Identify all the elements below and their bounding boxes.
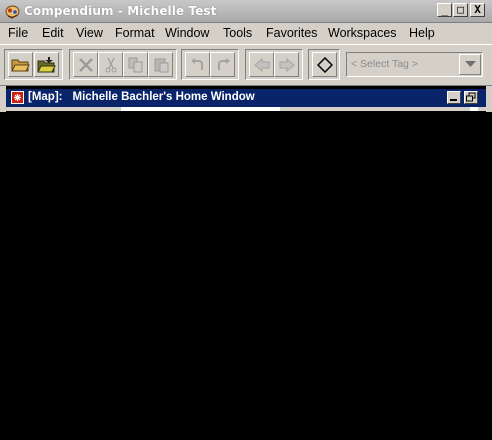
select-tag-value: < Select Tag > <box>351 58 418 70</box>
menu-file[interactable]: File <box>8 26 28 40</box>
undo-icon <box>190 57 203 70</box>
diamond-icon <box>316 56 333 73</box>
menu-tools[interactable]: Tools <box>223 26 252 40</box>
toolbar: < Select Tag > <box>0 44 492 86</box>
menu-bar: File Edit View Format Window Tools Favor… <box>0 23 492 44</box>
delete-icon <box>78 57 93 72</box>
inner-window-frame-right <box>486 86 492 112</box>
redo-icon <box>217 57 230 70</box>
menu-format[interactable]: Format <box>115 26 155 40</box>
cut-icon <box>105 57 116 72</box>
menu-edit[interactable]: Edit <box>42 26 64 40</box>
restore-icon <box>466 92 476 102</box>
open-map-folder-icon <box>37 57 56 73</box>
menu-window[interactable]: Window <box>165 26 209 40</box>
menu-view[interactable]: View <box>76 26 103 40</box>
content-highlight <box>121 107 280 111</box>
scrollbar-edge <box>470 107 478 111</box>
inner-window-content-edge <box>6 107 486 111</box>
back-button[interactable] <box>249 52 274 77</box>
copy-button[interactable] <box>123 52 148 77</box>
menu-workspaces[interactable]: Workspaces <box>328 26 397 40</box>
chevron-down-icon <box>464 61 476 67</box>
select-tag-dropdown[interactable]: < Select Tag > <box>346 52 483 77</box>
inner-window-name: Michelle Bachler's Home Window <box>72 91 255 103</box>
inner-maximize-button[interactable] <box>464 91 478 104</box>
copy-icon <box>128 57 142 72</box>
undo-button[interactable] <box>185 52 210 77</box>
open-button[interactable] <box>8 52 33 77</box>
select-tag-arrow-button[interactable] <box>459 54 481 75</box>
paste-button[interactable] <box>148 52 173 77</box>
map-icon <box>11 91 24 104</box>
close-button[interactable]: X <box>470 3 485 17</box>
open-folder-icon <box>11 59 30 72</box>
inner-minimize-button[interactable] <box>447 91 461 104</box>
inner-window-title-bar[interactable]: [Map]: Michelle Bachler's Home Window <box>6 89 486 107</box>
menu-favorites[interactable]: Favorites <box>266 26 317 40</box>
inner-window-title: [Map]: Michelle Bachler's Home Window <box>28 91 255 103</box>
window-title: Compendium - Michelle Test <box>24 4 217 18</box>
minimize-button[interactable]: _ <box>437 3 452 17</box>
compendium-app-icon <box>5 5 20 19</box>
inner-window-type: [Map]: <box>28 91 63 103</box>
open-map-button[interactable] <box>34 52 59 77</box>
redo-button[interactable] <box>210 52 235 77</box>
delete-button[interactable] <box>73 52 98 77</box>
forward-icon <box>279 57 295 72</box>
minimize-icon <box>450 99 457 101</box>
paste-icon <box>154 58 168 72</box>
forward-button[interactable] <box>274 52 299 77</box>
menu-help[interactable]: Help <box>409 26 435 40</box>
search-tags-button[interactable] <box>312 52 337 77</box>
window-title-bar[interactable]: Compendium - Michelle Test _ □ X <box>0 0 492 23</box>
maximize-button[interactable]: □ <box>453 3 468 17</box>
cut-button[interactable] <box>98 52 123 77</box>
back-icon <box>253 57 269 72</box>
